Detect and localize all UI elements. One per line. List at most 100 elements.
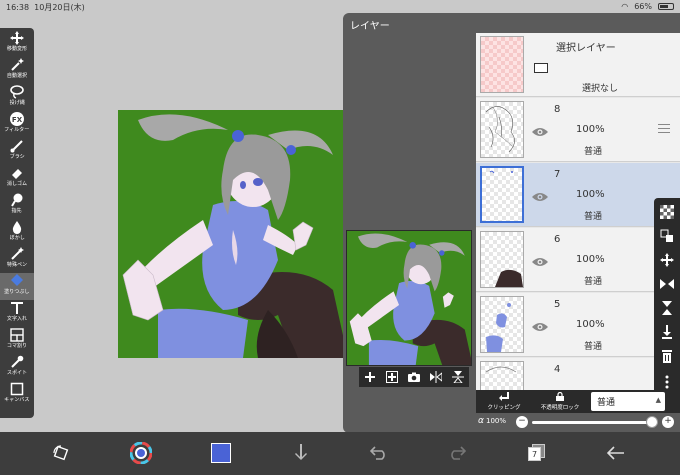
layer-thumbnail (480, 296, 524, 353)
camera-icon[interactable] (407, 370, 421, 384)
tool-fill[interactable]: 塗りつぶし (0, 273, 34, 300)
layer-blend-mode: 普通 (584, 342, 603, 352)
brush-icon (9, 138, 25, 154)
layer-panel-title: レイヤー (350, 21, 390, 32)
battery-percent: 66% (634, 2, 652, 11)
fx-icon: FX (9, 111, 25, 127)
opacity-slider-row: α 100% − + (476, 414, 680, 432)
clipping-icon (499, 392, 509, 403)
flip-vertical-icon[interactable] (451, 370, 465, 384)
eraser-icon (9, 165, 25, 181)
selection-status: 選択なし (582, 84, 619, 94)
current-color-swatch[interactable] (208, 440, 234, 466)
preview-artwork (349, 233, 471, 365)
selection-layer-row[interactable]: 選択レイヤー 選択なし (476, 33, 680, 97)
layer-bottom-controls: クリッピング 不透明度ロック 普通 ▲ (476, 390, 680, 413)
blur-icon (9, 219, 25, 235)
svg-text:FX: FX (12, 116, 23, 124)
trash-icon[interactable] (659, 348, 675, 364)
tool-frame-divide[interactable]: コマ割り (0, 327, 34, 354)
blend-mode-select[interactable]: 普通 ▲ (591, 392, 665, 411)
checkerboard-icon[interactable] (659, 204, 675, 220)
layer-row-selected[interactable]: 7 100% 普通 (476, 163, 680, 227)
more-options-icon[interactable] (659, 374, 675, 390)
lock-icon (556, 391, 564, 403)
tool-lasso[interactable]: 投げ縄 (0, 84, 34, 111)
lasso-icon (9, 84, 25, 100)
text-icon (9, 300, 25, 316)
flip-horizontal-icon[interactable] (429, 370, 443, 384)
layer-row[interactable]: 5 100% 普通 (476, 293, 680, 357)
layer-opacity: 100% (576, 124, 605, 135)
layer-side-tools (654, 198, 680, 400)
tool-special-pen[interactable]: 特殊ペン (0, 246, 34, 273)
back-icon[interactable] (603, 440, 629, 466)
layer-number: 8 (554, 104, 561, 115)
tool-move[interactable]: 移動変形 (0, 30, 34, 57)
tool-brush[interactable]: ブラシ (0, 138, 34, 165)
layer-flip-vertical-icon[interactable] (659, 300, 675, 316)
visibility-eye-icon[interactable] (532, 318, 548, 331)
tool-label: 特殊ペン (6, 262, 28, 268)
redo-icon[interactable] (444, 440, 470, 466)
opacity-slider-knob[interactable] (646, 416, 658, 428)
tool-label: 文字入れ (6, 316, 28, 322)
tool-text[interactable]: 文字入れ (0, 300, 34, 327)
layer-blend-mode: 普通 (584, 277, 603, 287)
artwork (122, 114, 348, 358)
download-icon[interactable] (288, 440, 314, 466)
layer-row[interactable]: 6 100% 普通 (476, 228, 680, 292)
selection-layer-thumbnail (480, 36, 524, 93)
selection-layer-title: 選択レイヤー (556, 43, 616, 54)
battery-icon (658, 3, 674, 10)
frame-divide-icon (9, 327, 25, 343)
add-layer-icon[interactable] (363, 370, 377, 384)
selection-rect-icon (534, 63, 548, 73)
layer-number: 4 (554, 364, 561, 375)
color-wheel-icon[interactable] (128, 440, 154, 466)
tool-label: スポイト (6, 370, 28, 376)
preview-toolbar (359, 367, 469, 387)
move-icon (9, 30, 25, 46)
layer-row[interactable]: 8 100% 普通 (476, 98, 680, 162)
layer-count: 7 (528, 447, 541, 461)
tool-filter[interactable]: FX フィルター (0, 111, 34, 138)
canvas-preview[interactable] (346, 230, 472, 366)
visibility-eye-icon[interactable] (532, 188, 548, 201)
undo-icon[interactable] (366, 440, 392, 466)
tool-eyedropper[interactable]: スポイト (0, 354, 34, 381)
transform-icon[interactable] (48, 440, 74, 466)
visibility-eye-icon[interactable] (532, 123, 548, 136)
visibility-eye-icon[interactable] (532, 253, 548, 266)
tool-label: ブラシ (9, 154, 25, 160)
opacity-decrease-button[interactable]: − (516, 416, 528, 428)
tool-blur[interactable]: ぼかし (0, 219, 34, 246)
tool-smudge[interactable]: 指先 (0, 192, 34, 219)
layer-blend-mode: 普通 (584, 212, 603, 222)
layer-panel: レイヤー 選択レイヤー 選択なし 8 100% 普通 7 100% 普通 6 1… (343, 13, 680, 433)
alpha-symbol: α (478, 416, 484, 426)
merge-down-icon[interactable] (659, 324, 675, 340)
eyedropper-icon (9, 354, 25, 370)
status-time: 16:38 (6, 3, 30, 12)
layer-move-icon[interactable] (659, 252, 675, 268)
opacity-slider-track[interactable] (532, 421, 658, 424)
tool-label: 移動変形 (6, 46, 28, 52)
layer-number: 6 (554, 234, 561, 245)
add-special-layer-icon[interactable] (385, 370, 399, 384)
drag-handle-icon[interactable] (658, 124, 670, 133)
layer-flip-horizontal-icon[interactable] (659, 276, 675, 292)
tool-magic-wand[interactable]: 自動選択 (0, 57, 34, 84)
smudge-icon (9, 192, 25, 208)
status-date: 10月20日(木) (34, 3, 85, 12)
tool-eraser[interactable]: 消しゴム (0, 165, 34, 192)
drawing-canvas[interactable] (118, 110, 348, 358)
clipping-button[interactable]: クリッピング (476, 390, 532, 413)
opacity-lock-label: 不透明度ロック (540, 405, 580, 411)
layer-arrange-icon[interactable] (659, 228, 675, 244)
layers-count-icon[interactable]: 7 (524, 440, 550, 466)
tool-canvas[interactable]: キャンバス (0, 381, 34, 408)
opacity-increase-button[interactable]: + (662, 416, 674, 428)
opacity-lock-button[interactable]: 不透明度ロック (532, 390, 588, 413)
tool-label: 投げ縄 (9, 100, 25, 106)
